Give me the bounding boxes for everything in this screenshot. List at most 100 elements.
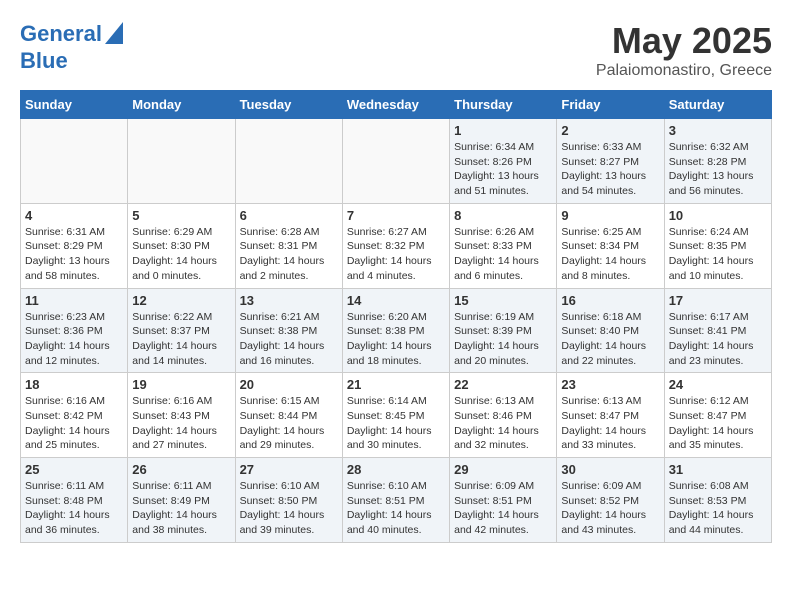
day-detail: Sunrise: 6:09 AM Sunset: 8:51 PM Dayligh…	[454, 479, 552, 538]
week-row-3: 11 Sunrise: 6:23 AM Sunset: 8:36 PM Dayli…	[21, 288, 772, 373]
day-detail: Sunrise: 6:13 AM Sunset: 8:47 PM Dayligh…	[561, 394, 659, 453]
calendar-cell: 27 Sunrise: 6:10 AM Sunset: 8:50 PM Dayli…	[235, 458, 342, 543]
day-detail: Sunrise: 6:12 AM Sunset: 8:47 PM Dayligh…	[669, 394, 767, 453]
calendar-cell: 8 Sunrise: 6:26 AM Sunset: 8:33 PM Daylig…	[450, 203, 557, 288]
calendar-cell: 25 Sunrise: 6:11 AM Sunset: 8:48 PM Dayli…	[21, 458, 128, 543]
day-number: 17	[669, 293, 767, 308]
day-detail: Sunrise: 6:16 AM Sunset: 8:42 PM Dayligh…	[25, 394, 123, 453]
calendar-cell: 12 Sunrise: 6:22 AM Sunset: 8:37 PM Dayli…	[128, 288, 235, 373]
day-detail: Sunrise: 6:34 AM Sunset: 8:26 PM Dayligh…	[454, 140, 552, 199]
day-number: 11	[25, 293, 123, 308]
calendar-cell: 17 Sunrise: 6:17 AM Sunset: 8:41 PM Dayli…	[664, 288, 771, 373]
day-number: 4	[25, 208, 123, 223]
day-detail: Sunrise: 6:22 AM Sunset: 8:37 PM Dayligh…	[132, 310, 230, 369]
calendar-cell: 5 Sunrise: 6:29 AM Sunset: 8:30 PM Daylig…	[128, 203, 235, 288]
day-detail: Sunrise: 6:20 AM Sunset: 8:38 PM Dayligh…	[347, 310, 445, 369]
day-detail: Sunrise: 6:18 AM Sunset: 8:40 PM Dayligh…	[561, 310, 659, 369]
day-number: 30	[561, 462, 659, 477]
day-detail: Sunrise: 6:13 AM Sunset: 8:46 PM Dayligh…	[454, 394, 552, 453]
weekday-header-wednesday: Wednesday	[342, 91, 449, 119]
week-row-5: 25 Sunrise: 6:11 AM Sunset: 8:48 PM Dayli…	[21, 458, 772, 543]
calendar-cell: 21 Sunrise: 6:14 AM Sunset: 8:45 PM Dayli…	[342, 373, 449, 458]
day-number: 26	[132, 462, 230, 477]
day-detail: Sunrise: 6:33 AM Sunset: 8:27 PM Dayligh…	[561, 140, 659, 199]
calendar-cell: 19Sunrise: 6:16 AM Sunset: 8:43 PM Dayli…	[128, 373, 235, 458]
week-row-2: 4 Sunrise: 6:31 AM Sunset: 8:29 PM Daylig…	[21, 203, 772, 288]
day-number: 28	[347, 462, 445, 477]
calendar-cell: 15Sunrise: 6:19 AM Sunset: 8:39 PM Dayli…	[450, 288, 557, 373]
day-detail: Sunrise: 6:32 AM Sunset: 8:28 PM Dayligh…	[669, 140, 767, 199]
calendar-cell: 14 Sunrise: 6:20 AM Sunset: 8:38 PM Dayli…	[342, 288, 449, 373]
calendar-cell: 1 Sunrise: 6:34 AM Sunset: 8:26 PM Daylig…	[450, 119, 557, 204]
day-number: 8	[454, 208, 552, 223]
calendar-cell: 18 Sunrise: 6:16 AM Sunset: 8:42 PM Dayli…	[21, 373, 128, 458]
logo-text-general: General	[20, 22, 102, 46]
weekday-header-saturday: Saturday	[664, 91, 771, 119]
day-number: 25	[25, 462, 123, 477]
calendar-cell: 31Sunrise: 6:08 AM Sunset: 8:53 PM Dayli…	[664, 458, 771, 543]
day-number: 29	[454, 462, 552, 477]
day-number: 14	[347, 293, 445, 308]
day-detail: Sunrise: 6:27 AM Sunset: 8:32 PM Dayligh…	[347, 225, 445, 284]
day-detail: Sunrise: 6:11 AM Sunset: 8:49 PM Dayligh…	[132, 479, 230, 538]
calendar-cell: 9Sunrise: 6:25 AM Sunset: 8:34 PM Daylig…	[557, 203, 664, 288]
weekday-header-friday: Friday	[557, 91, 664, 119]
day-number: 27	[240, 462, 338, 477]
day-number: 22	[454, 377, 552, 392]
day-detail: Sunrise: 6:26 AM Sunset: 8:33 PM Dayligh…	[454, 225, 552, 284]
day-detail: Sunrise: 6:16 AM Sunset: 8:43 PM Dayligh…	[132, 394, 230, 453]
day-detail: Sunrise: 6:17 AM Sunset: 8:41 PM Dayligh…	[669, 310, 767, 369]
day-number: 9	[561, 208, 659, 223]
day-number: 21	[347, 377, 445, 392]
weekday-header-row: SundayMondayTuesdayWednesdayThursdayFrid…	[21, 91, 772, 119]
day-number: 13	[240, 293, 338, 308]
calendar-cell: 24Sunrise: 6:12 AM Sunset: 8:47 PM Dayli…	[664, 373, 771, 458]
calendar-cell: 13Sunrise: 6:21 AM Sunset: 8:38 PM Dayli…	[235, 288, 342, 373]
day-number: 10	[669, 208, 767, 223]
day-detail: Sunrise: 6:14 AM Sunset: 8:45 PM Dayligh…	[347, 394, 445, 453]
calendar-cell: 22 Sunrise: 6:13 AM Sunset: 8:46 PM Dayli…	[450, 373, 557, 458]
page-header: General Blue May 2025 Palaiomonastiro, G…	[20, 20, 772, 80]
day-detail: Sunrise: 6:31 AM Sunset: 8:29 PM Dayligh…	[25, 225, 123, 284]
day-number: 16	[561, 293, 659, 308]
calendar-cell	[235, 119, 342, 204]
day-detail: Sunrise: 6:23 AM Sunset: 8:36 PM Dayligh…	[25, 310, 123, 369]
calendar-cell: 4 Sunrise: 6:31 AM Sunset: 8:29 PM Daylig…	[21, 203, 128, 288]
week-row-1: 1 Sunrise: 6:34 AM Sunset: 8:26 PM Daylig…	[21, 119, 772, 204]
calendar-cell	[128, 119, 235, 204]
weekday-header-thursday: Thursday	[450, 91, 557, 119]
day-detail: Sunrise: 6:15 AM Sunset: 8:44 PM Dayligh…	[240, 394, 338, 453]
calendar-cell: 20 Sunrise: 6:15 AM Sunset: 8:44 PM Dayli…	[235, 373, 342, 458]
calendar-cell	[21, 119, 128, 204]
logo-bird-icon	[105, 22, 123, 44]
calendar-cell: 2 Sunrise: 6:33 AM Sunset: 8:27 PM Daylig…	[557, 119, 664, 204]
day-number: 1	[454, 123, 552, 138]
day-number: 6	[240, 208, 338, 223]
day-detail: Sunrise: 6:24 AM Sunset: 8:35 PM Dayligh…	[669, 225, 767, 284]
day-detail: Sunrise: 6:11 AM Sunset: 8:48 PM Dayligh…	[25, 479, 123, 538]
day-detail: Sunrise: 6:10 AM Sunset: 8:51 PM Dayligh…	[347, 479, 445, 538]
day-number: 23	[561, 377, 659, 392]
day-number: 12	[132, 293, 230, 308]
day-number: 3	[669, 123, 767, 138]
day-number: 31	[669, 462, 767, 477]
calendar-cell: 26 Sunrise: 6:11 AM Sunset: 8:49 PM Dayli…	[128, 458, 235, 543]
calendar-cell: 3 Sunrise: 6:32 AM Sunset: 8:28 PM Daylig…	[664, 119, 771, 204]
calendar-cell: 11 Sunrise: 6:23 AM Sunset: 8:36 PM Dayli…	[21, 288, 128, 373]
calendar-subtitle: Palaiomonastiro, Greece	[596, 62, 772, 80]
calendar-cell: 23 Sunrise: 6:13 AM Sunset: 8:47 PM Dayli…	[557, 373, 664, 458]
calendar-cell: 6Sunrise: 6:28 AM Sunset: 8:31 PM Daylig…	[235, 203, 342, 288]
day-number: 2	[561, 123, 659, 138]
day-number: 5	[132, 208, 230, 223]
day-detail: Sunrise: 6:29 AM Sunset: 8:30 PM Dayligh…	[132, 225, 230, 284]
calendar-cell: 7 Sunrise: 6:27 AM Sunset: 8:32 PM Daylig…	[342, 203, 449, 288]
day-number: 15	[454, 293, 552, 308]
day-number: 20	[240, 377, 338, 392]
day-detail: Sunrise: 6:09 AM Sunset: 8:52 PM Dayligh…	[561, 479, 659, 538]
day-detail: Sunrise: 6:10 AM Sunset: 8:50 PM Dayligh…	[240, 479, 338, 538]
day-number: 18	[25, 377, 123, 392]
day-number: 7	[347, 208, 445, 223]
title-area: May 2025 Palaiomonastiro, Greece	[596, 20, 772, 80]
calendar-cell: 28 Sunrise: 6:10 AM Sunset: 8:51 PM Dayli…	[342, 458, 449, 543]
weekday-header-tuesday: Tuesday	[235, 91, 342, 119]
